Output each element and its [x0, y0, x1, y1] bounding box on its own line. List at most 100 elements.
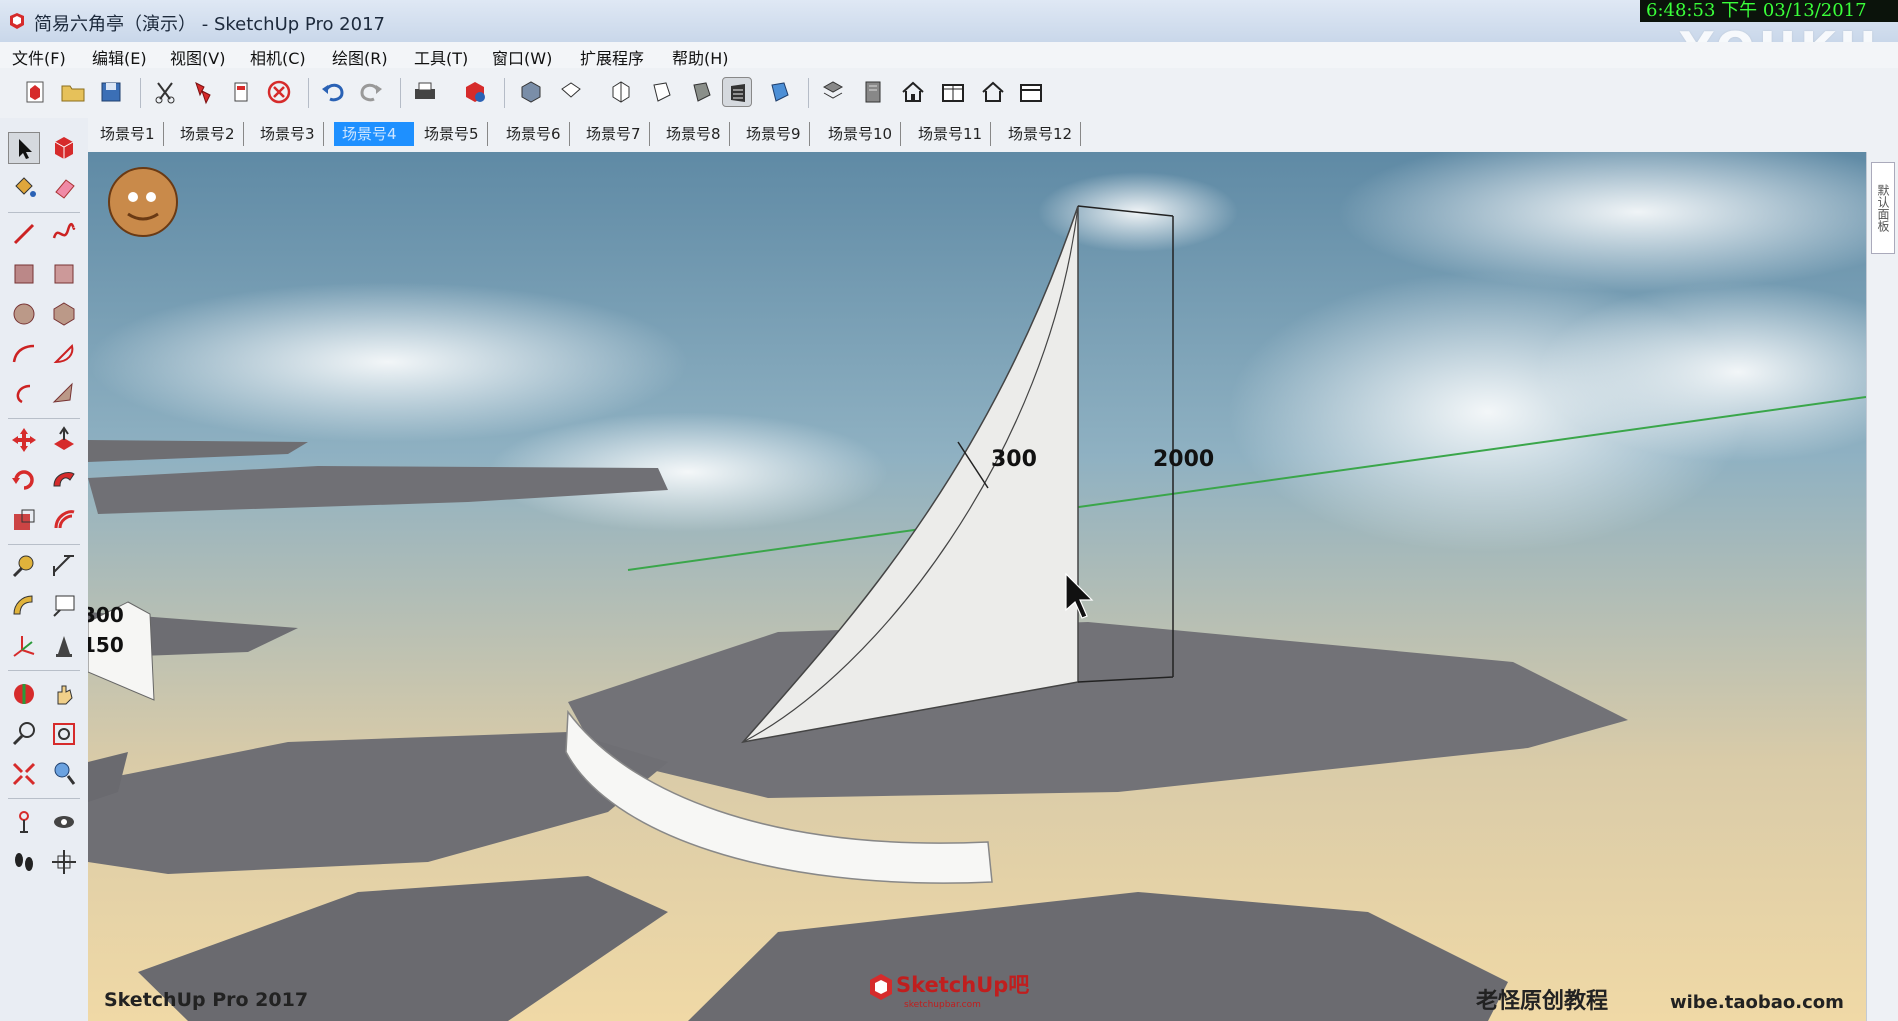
print-icon[interactable] — [410, 77, 440, 107]
default-tray-tab[interactable]: 默认面板 — [1871, 162, 1895, 254]
viewport-scene[interactable]: 300 2000 300 150 SketchUp Pro 2017 Sketc… — [88, 152, 1866, 1021]
offset-icon[interactable] — [48, 504, 80, 536]
scene-tab-6[interactable]: 场景号6 — [498, 122, 570, 146]
model-viewport[interactable]: 300 2000 300 150 SketchUp Pro 2017 Sketc… — [88, 152, 1866, 1021]
toolbar-separator — [308, 78, 309, 108]
toolbar-separator — [504, 78, 505, 108]
scene-tab-9[interactable]: 场景号9 — [738, 122, 810, 146]
three-point-arc-icon[interactable] — [48, 378, 80, 410]
back-view-icon[interactable] — [686, 77, 716, 107]
scene-tab-7[interactable]: 场景号7 — [578, 122, 650, 146]
window-title: 简易六角亭（演示） - SketchUp Pro 2017 — [34, 14, 385, 35]
scene-tab-8[interactable]: 场景号8 — [658, 122, 730, 146]
scene-tab-3[interactable]: 场景号3 — [252, 122, 324, 146]
menu-edit[interactable]: 编辑(E) — [92, 45, 147, 69]
polygon-icon[interactable] — [48, 298, 80, 330]
menu-draw[interactable]: 绘图(R) — [332, 45, 388, 69]
zoom-window-icon[interactable] — [48, 718, 80, 750]
axes-icon[interactable] — [8, 630, 40, 662]
section-plane-icon[interactable] — [48, 846, 80, 878]
previous-view-icon[interactable] — [48, 758, 80, 790]
palette-separator — [8, 670, 80, 671]
title-bar: 简易六角亭（演示） - SketchUp Pro 2017 6:48:53 下午… — [0, 0, 1898, 76]
right-view-icon[interactable] — [646, 77, 676, 107]
scene-tab-1[interactable]: 场景号1 — [92, 122, 164, 146]
xray-style-icon[interactable] — [764, 77, 794, 107]
position-camera-icon[interactable] — [8, 806, 40, 838]
menu-window[interactable]: 窗口(W) — [492, 45, 552, 69]
scene-tab-4[interactable]: 场景号4 — [334, 122, 414, 146]
look-around-icon[interactable] — [48, 806, 80, 838]
components-icon[interactable] — [818, 77, 848, 107]
copy-icon[interactable] — [188, 77, 218, 107]
new-file-icon[interactable] — [20, 77, 50, 107]
iso-view-icon[interactable] — [516, 77, 546, 107]
undo-icon[interactable] — [318, 77, 348, 107]
scene-tab-5[interactable]: 场景号5 — [416, 122, 488, 146]
3d-warehouse-icon[interactable] — [858, 77, 888, 107]
top-view-icon[interactable] — [556, 77, 586, 107]
rectangle-icon[interactable] — [8, 258, 40, 290]
footer-site: wibe.taobao.com — [1670, 992, 1844, 1013]
circle-icon[interactable] — [8, 298, 40, 330]
scene-tab-11[interactable]: 场景号11 — [910, 122, 992, 146]
tool-palette — [0, 118, 89, 1021]
delete-icon[interactable] — [264, 77, 294, 107]
make-component-icon[interactable] — [48, 132, 80, 164]
extension-warehouse-icon[interactable] — [938, 77, 968, 107]
menu-tools[interactable]: 工具(T) — [414, 45, 468, 69]
move-icon[interactable] — [8, 424, 40, 456]
menu-extensions[interactable]: 扩展程序 — [580, 45, 644, 69]
rotate-icon[interactable] — [8, 464, 40, 496]
eraser-icon[interactable] — [48, 172, 80, 204]
toolbar-separator — [400, 78, 401, 108]
open-folder-icon[interactable] — [58, 77, 88, 107]
outline-house-icon[interactable] — [978, 77, 1008, 107]
save-icon[interactable] — [96, 77, 126, 107]
scene-tabs: 场景号1 场景号2 场景号3 场景号4 场景号5 场景号6 场景号7 场景号8 … — [88, 118, 1898, 152]
default-tray: 默认面板 — [1866, 152, 1898, 1021]
menu-help[interactable]: 帮助(H) — [672, 45, 729, 69]
clock-overlay: 6:48:53 下午 03/13/2017 — [1640, 0, 1898, 22]
scene-tab-2[interactable]: 场景号2 — [172, 122, 244, 146]
menu-camera[interactable]: 相机(C) — [250, 45, 306, 69]
paste-icon[interactable] — [226, 77, 256, 107]
line-icon[interactable] — [8, 218, 40, 250]
walk-icon[interactable] — [8, 846, 40, 878]
menu-view[interactable]: 视图(V) — [170, 45, 225, 69]
scene-tab-12[interactable]: 场景号12 — [1000, 122, 1082, 146]
orbit-icon[interactable] — [8, 678, 40, 710]
dimension-icon[interactable] — [48, 550, 80, 582]
menu-file[interactable]: 文件(F) — [12, 45, 66, 69]
zoom-extents-icon[interactable] — [8, 758, 40, 790]
freehand-icon[interactable] — [48, 218, 80, 250]
left-dimension-top-label: 300 — [88, 603, 124, 627]
protractor-icon[interactable] — [8, 590, 40, 622]
palette-separator — [8, 798, 80, 799]
scale-icon[interactable] — [8, 504, 40, 536]
sketchup-app-icon[interactable] — [8, 12, 26, 30]
front-view-icon[interactable] — [606, 77, 636, 107]
cut-icon[interactable] — [150, 77, 180, 107]
push-pull-icon[interactable] — [48, 424, 80, 456]
zoom-icon[interactable] — [8, 718, 40, 750]
select-icon[interactable] — [8, 132, 40, 164]
paint-bucket-icon[interactable] — [8, 172, 40, 204]
3d-text-icon[interactable] — [48, 630, 80, 662]
follow-me-icon[interactable] — [48, 464, 80, 496]
house-icon[interactable] — [898, 77, 928, 107]
tape-measure-icon[interactable] — [8, 550, 40, 582]
footer-brand-sub: sketchupbar.com — [904, 1000, 981, 1010]
arc-icon[interactable] — [8, 338, 40, 370]
redo-icon[interactable] — [356, 77, 386, 107]
left-view-icon[interactable] — [722, 77, 752, 107]
layout-icon[interactable] — [1016, 77, 1046, 107]
main-toolbar — [0, 68, 1898, 119]
scene-tab-10[interactable]: 场景号10 — [820, 122, 902, 146]
rotated-rectangle-icon[interactable] — [48, 258, 80, 290]
two-point-arc-icon[interactable] — [8, 378, 40, 410]
pie-icon[interactable] — [48, 338, 80, 370]
model-info-icon[interactable] — [460, 77, 490, 107]
text-icon[interactable] — [48, 590, 80, 622]
pan-icon[interactable] — [48, 678, 80, 710]
